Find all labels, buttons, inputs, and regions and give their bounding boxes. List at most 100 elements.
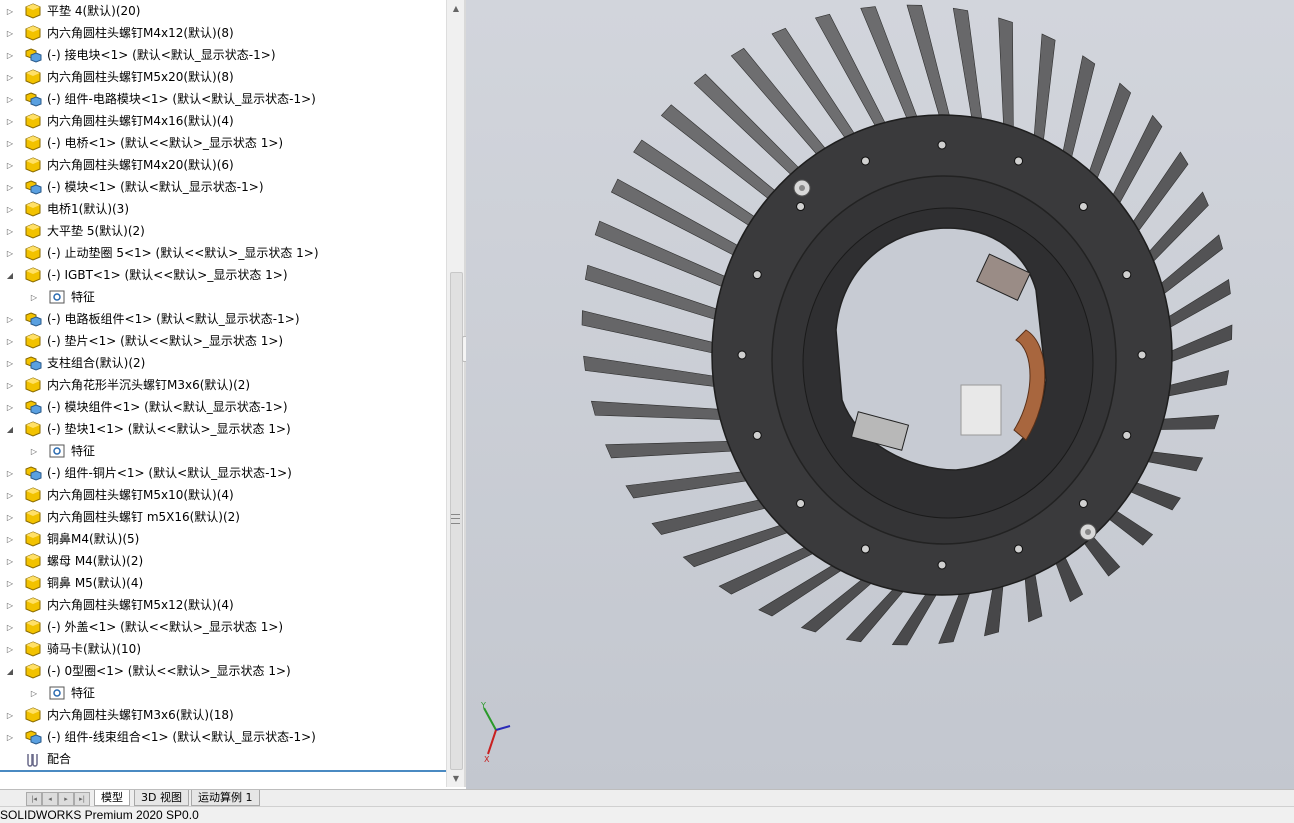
- expand-arrow-icon[interactable]: ▷: [5, 622, 15, 632]
- tree-item[interactable]: ▷ 支柱组合(默认)(2): [0, 352, 446, 374]
- tree-item-label: 内六角圆柱头螺钉M5x12(默认)(4): [47, 598, 234, 612]
- scroll-up-arrow-icon[interactable]: ▲: [447, 0, 465, 16]
- expand-arrow-icon[interactable]: ▷: [5, 116, 15, 126]
- tree-item[interactable]: ▷ (-) 电路板组件<1> (默认<默认_显示状态-1>): [0, 308, 446, 330]
- tree-item[interactable]: ▷ 内六角花形半沉头螺钉M3x6(默认)(2): [0, 374, 446, 396]
- tree-item[interactable]: ▷ (-) 外盖<1> (默认<<默认>_显示状态 1>): [0, 616, 446, 638]
- expand-arrow-icon[interactable]: ▷: [5, 160, 15, 170]
- collapse-arrow-icon[interactable]: ◢: [5, 270, 15, 280]
- scroll-down-arrow-icon[interactable]: ▼: [447, 770, 465, 786]
- expand-arrow-icon[interactable]: ▷: [5, 94, 15, 104]
- expand-arrow-icon[interactable]: ▷: [5, 204, 15, 214]
- graphics-area[interactable]: Y X: [466, 0, 1294, 789]
- part-icon: [25, 135, 41, 151]
- expand-arrow-icon[interactable]: ▷: [5, 556, 15, 566]
- next-tab-icon[interactable]: ▸: [58, 792, 74, 806]
- expand-arrow-icon[interactable]: ▷: [5, 248, 15, 258]
- tree-item-label: (-) IGBT<1> (默认<<默认>_显示状态 1>): [47, 268, 288, 282]
- tree-item[interactable]: ▷ 内六角圆柱头螺钉M5x12(默认)(4): [0, 594, 446, 616]
- tree-item[interactable]: ▷ 内六角圆柱头螺钉M4x20(默认)(6): [0, 154, 446, 176]
- tree-item[interactable]: ▷ 内六角圆柱头螺钉M4x12(默认)(8): [0, 22, 446, 44]
- expand-arrow-icon[interactable]: ▷: [29, 688, 39, 698]
- tab-motion-study[interactable]: 运动算例 1: [191, 790, 260, 806]
- features-folder-icon: [49, 444, 65, 458]
- tree-child-item[interactable]: ▷ 特征: [0, 286, 446, 308]
- expand-arrow-icon[interactable]: ▷: [5, 578, 15, 588]
- tree-item[interactable]: ▷ 内六角圆柱头螺钉M5x10(默认)(4): [0, 484, 446, 506]
- expand-arrow-icon[interactable]: ▷: [5, 644, 15, 654]
- tree-item[interactable]: ▷ 铜鼻M4(默认)(5): [0, 528, 446, 550]
- expand-arrow-icon[interactable]: ▷: [29, 446, 39, 456]
- expand-arrow-icon[interactable]: ▷: [5, 226, 15, 236]
- tree-item-label: 内六角圆柱头螺钉M3x6(默认)(18): [47, 708, 234, 722]
- expand-arrow-icon[interactable]: ▷: [5, 314, 15, 324]
- tree-item[interactable]: ◢ (-) 0型圈<1> (默认<<默认>_显示状态 1>): [0, 660, 446, 682]
- tree-item[interactable]: ▷ 铜鼻 M5(默认)(4): [0, 572, 446, 594]
- tree-item[interactable]: ▷ (-) 电桥<1> (默认<<默认>_显示状态 1>): [0, 132, 446, 154]
- expand-arrow-icon[interactable]: ▷: [5, 380, 15, 390]
- expand-arrow-icon[interactable]: ▷: [5, 732, 15, 742]
- tree-item[interactable]: ▷ 螺母 M4(默认)(2): [0, 550, 446, 572]
- tab-model[interactable]: 模型: [94, 790, 130, 806]
- features-folder-icon: [49, 290, 65, 304]
- expand-arrow-icon[interactable]: ▷: [5, 6, 15, 16]
- prev-tab-icon[interactable]: ◂: [42, 792, 58, 806]
- expand-arrow-icon[interactable]: ▷: [5, 710, 15, 720]
- bottom-tab-bar: |◂ ◂ ▸ ▸| 模型 3D 视图 运动算例 1: [0, 789, 1294, 807]
- expand-arrow-icon[interactable]: ▷: [5, 138, 15, 148]
- expand-arrow-icon[interactable]: ▷: [5, 600, 15, 610]
- tree-item[interactable]: ▷ (-) 组件-铜片<1> (默认<默认_显示状态-1>): [0, 462, 446, 484]
- tab-3d-view[interactable]: 3D 视图: [134, 790, 189, 806]
- tree-item[interactable]: ▷ (-) 模块<1> (默认<默认_显示状态-1>): [0, 176, 446, 198]
- tree-item-label: 内六角圆柱头螺钉M4x16(默认)(4): [47, 114, 234, 128]
- tree-item[interactable]: ▷ 内六角圆柱头螺钉M4x16(默认)(4): [0, 110, 446, 132]
- tree-item[interactable]: ▷ (-) 止动垫圈 5<1> (默认<<默认>_显示状态 1>): [0, 242, 446, 264]
- tree-item[interactable]: ▷ (-) 垫片<1> (默认<<默认>_显示状态 1>): [0, 330, 446, 352]
- expand-arrow-icon[interactable]: ▷: [5, 358, 15, 368]
- part-icon: [25, 597, 41, 613]
- tree-item[interactable]: ◢ (-) IGBT<1> (默认<<默认>_显示状态 1>): [0, 264, 446, 286]
- expand-arrow-icon[interactable]: ▷: [5, 512, 15, 522]
- expand-arrow-icon[interactable]: ▷: [5, 336, 15, 346]
- expand-arrow-icon[interactable]: ▷: [5, 402, 15, 412]
- expand-arrow-icon[interactable]: ▷: [29, 292, 39, 302]
- tree-item[interactable]: ▷ (-) 组件-线束组合<1> (默认<默认_显示状态-1>): [0, 726, 446, 748]
- expand-arrow-icon[interactable]: ▷: [5, 468, 15, 478]
- tree-item-label: 大平垫 5(默认)(2): [47, 224, 145, 238]
- tree-item[interactable]: ▷ (-) 模块组件<1> (默认<默认_显示状态-1>): [0, 396, 446, 418]
- tree-item-label: (-) 组件-电路模块<1> (默认<默认_显示状态-1>): [47, 92, 316, 106]
- tree-item[interactable]: ▷ 平垫 4(默认)(20): [0, 0, 446, 22]
- tree-item-label: 特征: [71, 290, 96, 304]
- tree-vertical-scrollbar[interactable]: ▲ ▼: [446, 0, 465, 787]
- tree-item-label: (-) 垫块1<1> (默认<<默认>_显示状态 1>): [47, 422, 291, 436]
- tree-child-item[interactable]: ▷ 特征: [0, 682, 446, 704]
- first-tab-icon[interactable]: |◂: [26, 792, 42, 806]
- tree-child-item[interactable]: ▷ 特征: [0, 440, 446, 462]
- assembly-icon: [25, 180, 42, 195]
- heatsink-model[interactable]: [466, 0, 1294, 789]
- tree-item[interactable]: ▷ 骑马卡(默认)(10): [0, 638, 446, 660]
- expand-arrow-icon[interactable]: ▷: [5, 490, 15, 500]
- tree-item-label: (-) 电桥<1> (默认<<默认>_显示状态 1>): [47, 136, 284, 150]
- last-tab-icon[interactable]: ▸|: [74, 792, 90, 806]
- tree-item[interactable]: ◢ (-) 垫块1<1> (默认<<默认>_显示状态 1>): [0, 418, 446, 440]
- tree-item[interactable]: ▷ (-) 接电块<1> (默认<默认_显示状态-1>): [0, 44, 446, 66]
- part-icon: [25, 641, 41, 657]
- tree-item[interactable]: ▷ 内六角圆柱头螺钉M5x20(默认)(8): [0, 66, 446, 88]
- tree-item[interactable]: ▷ (-) 组件-电路模块<1> (默认<默认_显示状态-1>): [0, 88, 446, 110]
- collapse-arrow-icon[interactable]: ◢: [5, 666, 15, 676]
- expand-arrow-icon[interactable]: ▷: [5, 182, 15, 192]
- expand-arrow-icon[interactable]: ▷: [5, 534, 15, 544]
- mates-icon: [27, 754, 38, 767]
- collapse-arrow-icon[interactable]: ◢: [5, 424, 15, 434]
- expand-arrow-icon[interactable]: ▷: [5, 72, 15, 82]
- expand-arrow-icon[interactable]: ▷: [5, 50, 15, 60]
- tree-item[interactable]: ▷ 大平垫 5(默认)(2): [0, 220, 446, 242]
- tree-item[interactable]: 配合: [0, 748, 446, 770]
- tree-item[interactable]: ▷ 内六角圆柱头螺钉M3x6(默认)(18): [0, 704, 446, 726]
- tree-item[interactable]: ▷ 内六角圆柱头螺钉 m5X16(默认)(2): [0, 506, 446, 528]
- tree-item[interactable]: ▷ 电桥1(默认)(3): [0, 198, 446, 220]
- expand-arrow-icon[interactable]: ▷: [5, 28, 15, 38]
- tree-item-label: 铜鼻 M5(默认)(4): [47, 576, 144, 590]
- part-icon: [25, 3, 41, 19]
